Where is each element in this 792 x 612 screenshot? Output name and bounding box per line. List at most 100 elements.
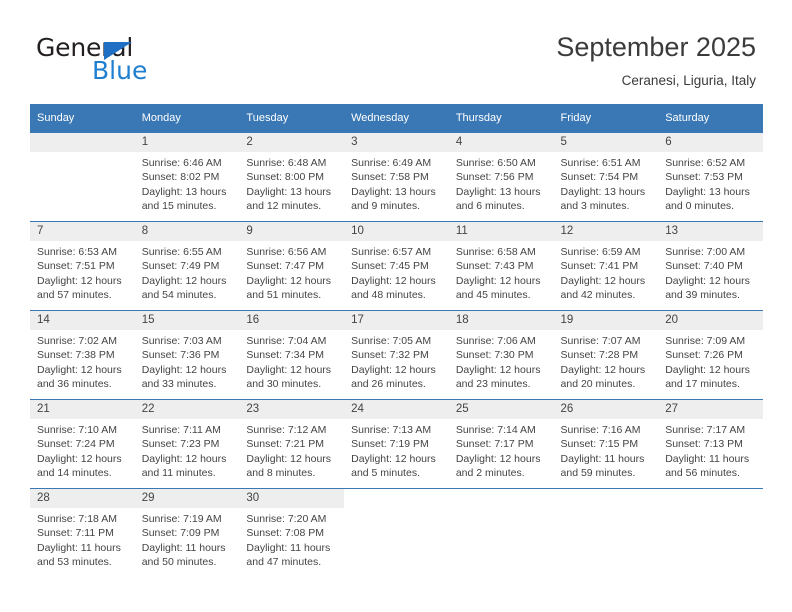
calendar-day-cell[interactable]: 14 Sunrise: 7:02 AM Sunset: 7:38 PM Dayligh… bbox=[30, 310, 135, 400]
day-detail-line: Daylight: 12 hours bbox=[455, 452, 541, 465]
day-detail-line: Sunrise: 7:18 AM bbox=[37, 513, 117, 525]
calendar-day-cell[interactable]: 26 Sunrise: 7:16 AM Sunset: 7:15 PM Dayligh… bbox=[553, 399, 659, 489]
day-detail-line: Daylight: 13 hours bbox=[246, 185, 332, 198]
day-detail-line: Daylight: 12 hours bbox=[37, 452, 122, 465]
day-detail-line: and 36 minutes. bbox=[37, 378, 112, 391]
calendar-day-cell[interactable]: 16 Sunrise: 7:04 AM Sunset: 7:34 PM Dayligh… bbox=[239, 310, 345, 400]
day-detail-line: Sunset: 7:56 PM bbox=[455, 171, 534, 184]
day-sun-details: Sunrise: 6:57 AM Sunset: 7:45 PM Daylight:… bbox=[344, 241, 449, 303]
calendar-day-cell[interactable]: 2 Sunrise: 6:48 AM Sunset: 8:00 PM Daylight… bbox=[239, 132, 345, 222]
day-sun-details: Sunrise: 7:11 AM Sunset: 7:23 PM Daylight:… bbox=[135, 419, 240, 481]
day-detail-line: Sunset: 7:11 PM bbox=[37, 527, 114, 540]
day-detail-line: and 57 minutes. bbox=[37, 289, 112, 302]
day-number: 30 bbox=[239, 489, 345, 508]
title-block: September 2025 Ceranesi, Liguria, Italy bbox=[556, 30, 756, 90]
day-detail-line: Sunset: 7:09 PM bbox=[141, 527, 220, 540]
calendar-body: 1 Sunrise: 6:46 AM Sunset: 8:02 PM Daylight… bbox=[30, 132, 763, 577]
calendar-day-cell[interactable]: 27 Sunrise: 7:17 AM Sunset: 7:13 PM Dayligh… bbox=[658, 399, 763, 489]
day-detail-line: Daylight: 13 hours bbox=[141, 185, 227, 198]
day-detail-line: Sunrise: 6:59 AM bbox=[560, 246, 641, 258]
day-sun-details: Sunrise: 7:13 AM Sunset: 7:19 PM Daylight:… bbox=[344, 419, 449, 481]
day-detail-line: Sunset: 7:30 PM bbox=[455, 349, 534, 362]
calendar-day-cell[interactable]: 19 Sunrise: 7:07 AM Sunset: 7:28 PM Dayligh… bbox=[553, 310, 659, 400]
calendar-day-cell[interactable]: 4 Sunrise: 6:50 AM Sunset: 7:56 PM Daylight… bbox=[448, 132, 554, 222]
day-detail-line: Daylight: 12 hours bbox=[351, 274, 436, 287]
calendar-day-cell[interactable]: 12 Sunrise: 6:59 AM Sunset: 7:41 PM Dayligh… bbox=[553, 221, 659, 311]
day-sun-details: Sunrise: 7:02 AM Sunset: 7:38 PM Daylight:… bbox=[30, 330, 135, 392]
day-sun-details: Sunrise: 7:19 AM Sunset: 7:09 PM Daylight:… bbox=[135, 508, 240, 570]
calendar-day-cell[interactable]: 7 Sunrise: 6:53 AM Sunset: 7:51 PM Daylight… bbox=[30, 221, 135, 311]
calendar-day-cell[interactable]: 28 Sunrise: 7:18 AM Sunset: 7:11 PM Dayligh… bbox=[30, 488, 135, 577]
day-number: 29 bbox=[134, 489, 240, 508]
day-number bbox=[30, 133, 135, 152]
day-sun-details: Sunrise: 7:10 AM Sunset: 7:24 PM Daylight:… bbox=[30, 419, 135, 481]
day-detail-line: and 48 minutes. bbox=[351, 289, 426, 302]
day-detail-line: Daylight: 12 hours bbox=[141, 363, 227, 376]
day-detail-line: Sunset: 7:54 PM bbox=[560, 171, 639, 184]
day-detail-line: Sunset: 7:23 PM bbox=[141, 438, 220, 451]
calendar-day-cell[interactable]: 22 Sunrise: 7:11 AM Sunset: 7:23 PM Dayligh… bbox=[134, 399, 240, 489]
day-sun-details: Sunrise: 7:03 AM Sunset: 7:36 PM Daylight:… bbox=[135, 330, 240, 392]
calendar-day-cell[interactable]: 10 Sunrise: 6:57 AM Sunset: 7:45 PM Dayligh… bbox=[344, 221, 449, 311]
calendar-empty-cell bbox=[448, 488, 554, 577]
day-detail-line: Sunrise: 7:07 AM bbox=[560, 335, 641, 347]
day-number: 15 bbox=[134, 311, 240, 330]
day-number: 8 bbox=[134, 222, 240, 241]
day-sun-details: Sunrise: 6:52 AM Sunset: 7:53 PM Daylight:… bbox=[658, 152, 763, 214]
day-number: 7 bbox=[30, 222, 135, 241]
calendar-day-cell[interactable]: 17 Sunrise: 7:05 AM Sunset: 7:32 PM Dayligh… bbox=[344, 310, 449, 400]
day-detail-line: and 59 minutes. bbox=[560, 467, 636, 480]
calendar-day-cell[interactable]: 3 Sunrise: 6:49 AM Sunset: 7:58 PM Daylight… bbox=[344, 132, 449, 222]
calendar-day-cell[interactable]: 20 Sunrise: 7:09 AM Sunset: 7:26 PM Dayligh… bbox=[658, 310, 763, 400]
calendar-day-cell[interactable]: 8 Sunrise: 6:55 AM Sunset: 7:49 PM Daylight… bbox=[134, 221, 240, 311]
calendar-day-cell[interactable]: 24 Sunrise: 7:13 AM Sunset: 7:19 PM Dayligh… bbox=[344, 399, 449, 489]
day-detail-line: and 56 minutes. bbox=[665, 467, 740, 480]
calendar-day-cell[interactable]: 25 Sunrise: 7:14 AM Sunset: 7:17 PM Dayligh… bbox=[448, 399, 554, 489]
day-number: 16 bbox=[239, 311, 345, 330]
day-number: 5 bbox=[553, 133, 659, 152]
day-detail-line: Daylight: 12 hours bbox=[455, 363, 541, 376]
day-detail-line: Daylight: 11 hours bbox=[141, 541, 226, 554]
calendar-day-cell[interactable]: 23 Sunrise: 7:12 AM Sunset: 7:21 PM Dayligh… bbox=[239, 399, 345, 489]
calendar-day-cell[interactable]: 30 Sunrise: 7:20 AM Sunset: 7:08 PM Dayligh… bbox=[239, 488, 345, 577]
day-sun-details: Sunrise: 6:51 AM Sunset: 7:54 PM Daylight:… bbox=[554, 152, 659, 214]
day-number: 12 bbox=[553, 222, 659, 241]
calendar-day-cell[interactable]: 13 Sunrise: 7:00 AM Sunset: 7:40 PM Dayligh… bbox=[658, 221, 763, 311]
calendar-day-cell[interactable]: 5 Sunrise: 6:51 AM Sunset: 7:54 PM Daylight… bbox=[553, 132, 659, 222]
day-number: 3 bbox=[344, 133, 449, 152]
day-detail-line: Daylight: 13 hours bbox=[351, 185, 436, 198]
day-detail-line: Sunset: 7:26 PM bbox=[665, 349, 743, 362]
day-number: 17 bbox=[344, 311, 449, 330]
day-detail-line: Sunset: 7:43 PM bbox=[455, 260, 534, 273]
day-detail-line: Sunset: 8:02 PM bbox=[141, 171, 220, 184]
calendar-day-cell[interactable]: 18 Sunrise: 7:06 AM Sunset: 7:30 PM Dayligh… bbox=[448, 310, 554, 400]
day-sun-details: Sunrise: 7:16 AM Sunset: 7:15 PM Daylight:… bbox=[554, 419, 659, 481]
calendar-empty-cell bbox=[658, 488, 763, 577]
day-detail-line: and 15 minutes. bbox=[141, 200, 217, 213]
calendar-day-cell[interactable]: 11 Sunrise: 6:58 AM Sunset: 7:43 PM Dayligh… bbox=[448, 221, 554, 311]
day-detail-line: Daylight: 12 hours bbox=[351, 452, 436, 465]
day-detail-line: Sunset: 7:53 PM bbox=[665, 171, 743, 184]
day-detail-line: Sunset: 7:32 PM bbox=[351, 349, 429, 362]
calendar-day-cell[interactable]: 29 Sunrise: 7:19 AM Sunset: 7:09 PM Dayligh… bbox=[134, 488, 240, 577]
day-detail-line: Sunrise: 7:06 AM bbox=[455, 335, 536, 347]
calendar-day-cell[interactable]: 21 Sunrise: 7:10 AM Sunset: 7:24 PM Dayligh… bbox=[30, 399, 135, 489]
day-number: 27 bbox=[658, 400, 763, 419]
day-detail-line: Sunrise: 6:48 AM bbox=[246, 157, 327, 169]
day-detail-line: Sunrise: 7:09 AM bbox=[665, 335, 746, 347]
day-detail-line: Sunrise: 6:51 AM bbox=[560, 157, 641, 169]
calendar-day-cell[interactable]: 6 Sunrise: 6:52 AM Sunset: 7:53 PM Daylight… bbox=[658, 132, 763, 222]
day-detail-line: Sunrise: 7:11 AM bbox=[141, 424, 221, 436]
day-number: 21 bbox=[30, 400, 135, 419]
calendar-day-cell[interactable]: 1 Sunrise: 6:46 AM Sunset: 8:02 PM Daylight… bbox=[134, 132, 240, 222]
calendar-day-cell[interactable]: 15 Sunrise: 7:03 AM Sunset: 7:36 PM Dayligh… bbox=[134, 310, 240, 400]
calendar-week-row: 1 Sunrise: 6:46 AM Sunset: 8:02 PM Daylight… bbox=[30, 132, 763, 222]
day-detail-line: and 11 minutes. bbox=[141, 467, 216, 480]
day-detail-line: Daylight: 12 hours bbox=[141, 274, 227, 287]
calendar-day-cell[interactable]: 9 Sunrise: 6:56 AM Sunset: 7:47 PM Daylight… bbox=[239, 221, 345, 311]
day-detail-line: Sunrise: 6:58 AM bbox=[455, 246, 536, 258]
day-detail-line: and 30 minutes. bbox=[246, 378, 322, 391]
day-detail-line: Sunset: 7:34 PM bbox=[246, 349, 325, 362]
day-sun-details: Sunrise: 7:06 AM Sunset: 7:30 PM Daylight:… bbox=[449, 330, 554, 392]
day-detail-line: Daylight: 12 hours bbox=[141, 452, 227, 465]
